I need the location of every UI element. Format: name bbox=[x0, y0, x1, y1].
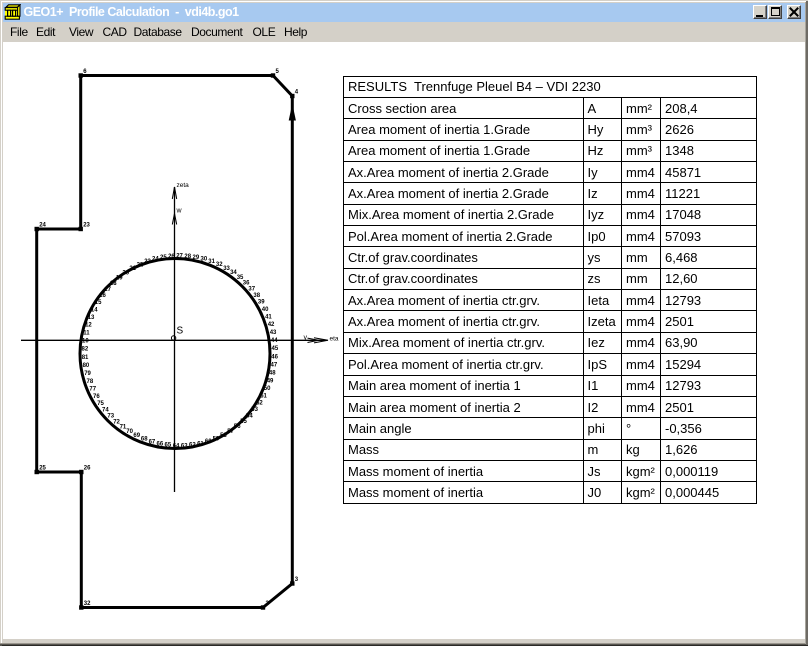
svg-text:26: 26 bbox=[84, 466, 91, 472]
svg-text:31: 31 bbox=[208, 259, 215, 265]
svg-text:11: 11 bbox=[83, 331, 90, 337]
svg-text:39: 39 bbox=[258, 300, 265, 306]
svg-text:61: 61 bbox=[197, 441, 204, 447]
svg-text:41: 41 bbox=[265, 314, 272, 320]
svg-text:79: 79 bbox=[84, 371, 91, 377]
svg-text:56: 56 bbox=[234, 424, 241, 430]
svg-text:57: 57 bbox=[227, 429, 234, 435]
svg-text:y: y bbox=[304, 335, 308, 342]
svg-text:81: 81 bbox=[82, 355, 89, 361]
svg-text:28: 28 bbox=[184, 254, 191, 260]
svg-text:12: 12 bbox=[85, 323, 92, 329]
svg-text:45: 45 bbox=[272, 346, 279, 352]
svg-text:80: 80 bbox=[83, 363, 90, 369]
svg-text:49: 49 bbox=[267, 378, 274, 384]
svg-text:59: 59 bbox=[213, 436, 220, 442]
svg-text:50: 50 bbox=[264, 386, 271, 392]
svg-text:30: 30 bbox=[201, 257, 208, 263]
svg-text:54: 54 bbox=[246, 413, 253, 419]
svg-text:17: 17 bbox=[104, 287, 111, 293]
svg-text:4: 4 bbox=[295, 90, 299, 96]
svg-text:13: 13 bbox=[88, 315, 95, 321]
svg-text:76: 76 bbox=[93, 394, 100, 400]
svg-text:51: 51 bbox=[260, 393, 267, 399]
svg-text:38: 38 bbox=[253, 293, 260, 299]
svg-text:78: 78 bbox=[87, 379, 94, 385]
svg-text:24: 24 bbox=[152, 257, 159, 263]
svg-text:55: 55 bbox=[240, 419, 247, 425]
svg-text:S: S bbox=[177, 326, 184, 337]
svg-text:29: 29 bbox=[193, 255, 200, 261]
svg-text:24: 24 bbox=[39, 223, 46, 229]
svg-text:10: 10 bbox=[82, 339, 89, 345]
svg-text:23: 23 bbox=[83, 223, 90, 229]
svg-text:47: 47 bbox=[271, 363, 278, 369]
svg-text:69: 69 bbox=[133, 433, 140, 439]
svg-text:3: 3 bbox=[295, 577, 299, 583]
svg-text:27: 27 bbox=[176, 254, 183, 260]
svg-text:74: 74 bbox=[102, 408, 109, 414]
svg-text:48: 48 bbox=[269, 371, 276, 377]
svg-text:w: w bbox=[176, 208, 183, 215]
svg-text:18: 18 bbox=[110, 281, 117, 287]
svg-text:72: 72 bbox=[113, 419, 120, 425]
svg-text:60: 60 bbox=[205, 439, 212, 445]
svg-text:25: 25 bbox=[39, 466, 46, 472]
svg-text:25: 25 bbox=[160, 255, 167, 261]
svg-text:5: 5 bbox=[276, 69, 280, 75]
svg-text:22: 22 bbox=[137, 262, 144, 268]
svg-text:37: 37 bbox=[248, 286, 255, 292]
svg-text:46: 46 bbox=[271, 354, 278, 360]
svg-text:71: 71 bbox=[120, 425, 127, 431]
svg-text:64: 64 bbox=[173, 443, 180, 449]
svg-text:32: 32 bbox=[84, 601, 91, 607]
svg-text:43: 43 bbox=[270, 330, 277, 336]
svg-text:52: 52 bbox=[256, 400, 263, 406]
svg-text:15: 15 bbox=[95, 300, 102, 306]
svg-text:53: 53 bbox=[251, 407, 258, 413]
svg-text:44: 44 bbox=[271, 338, 278, 344]
svg-text:zeta: zeta bbox=[177, 182, 190, 189]
svg-text:67: 67 bbox=[149, 439, 156, 445]
svg-text:58: 58 bbox=[220, 433, 227, 439]
svg-text:14: 14 bbox=[91, 307, 98, 313]
svg-text:75: 75 bbox=[97, 401, 104, 407]
svg-text:66: 66 bbox=[157, 441, 164, 447]
svg-text:62: 62 bbox=[189, 443, 196, 449]
svg-text:42: 42 bbox=[268, 322, 275, 328]
svg-text:32: 32 bbox=[216, 262, 223, 268]
svg-text:82: 82 bbox=[82, 347, 89, 353]
svg-text:eta: eta bbox=[330, 336, 339, 343]
svg-text:70: 70 bbox=[126, 429, 133, 435]
svg-text:65: 65 bbox=[165, 443, 172, 449]
svg-text:26: 26 bbox=[168, 254, 175, 260]
svg-text:16: 16 bbox=[99, 293, 106, 299]
svg-text:77: 77 bbox=[89, 387, 96, 393]
svg-text:23: 23 bbox=[144, 259, 151, 265]
svg-text:63: 63 bbox=[181, 443, 188, 449]
svg-text:40: 40 bbox=[262, 307, 269, 313]
svg-text:73: 73 bbox=[107, 414, 114, 420]
svg-text:68: 68 bbox=[141, 437, 148, 443]
